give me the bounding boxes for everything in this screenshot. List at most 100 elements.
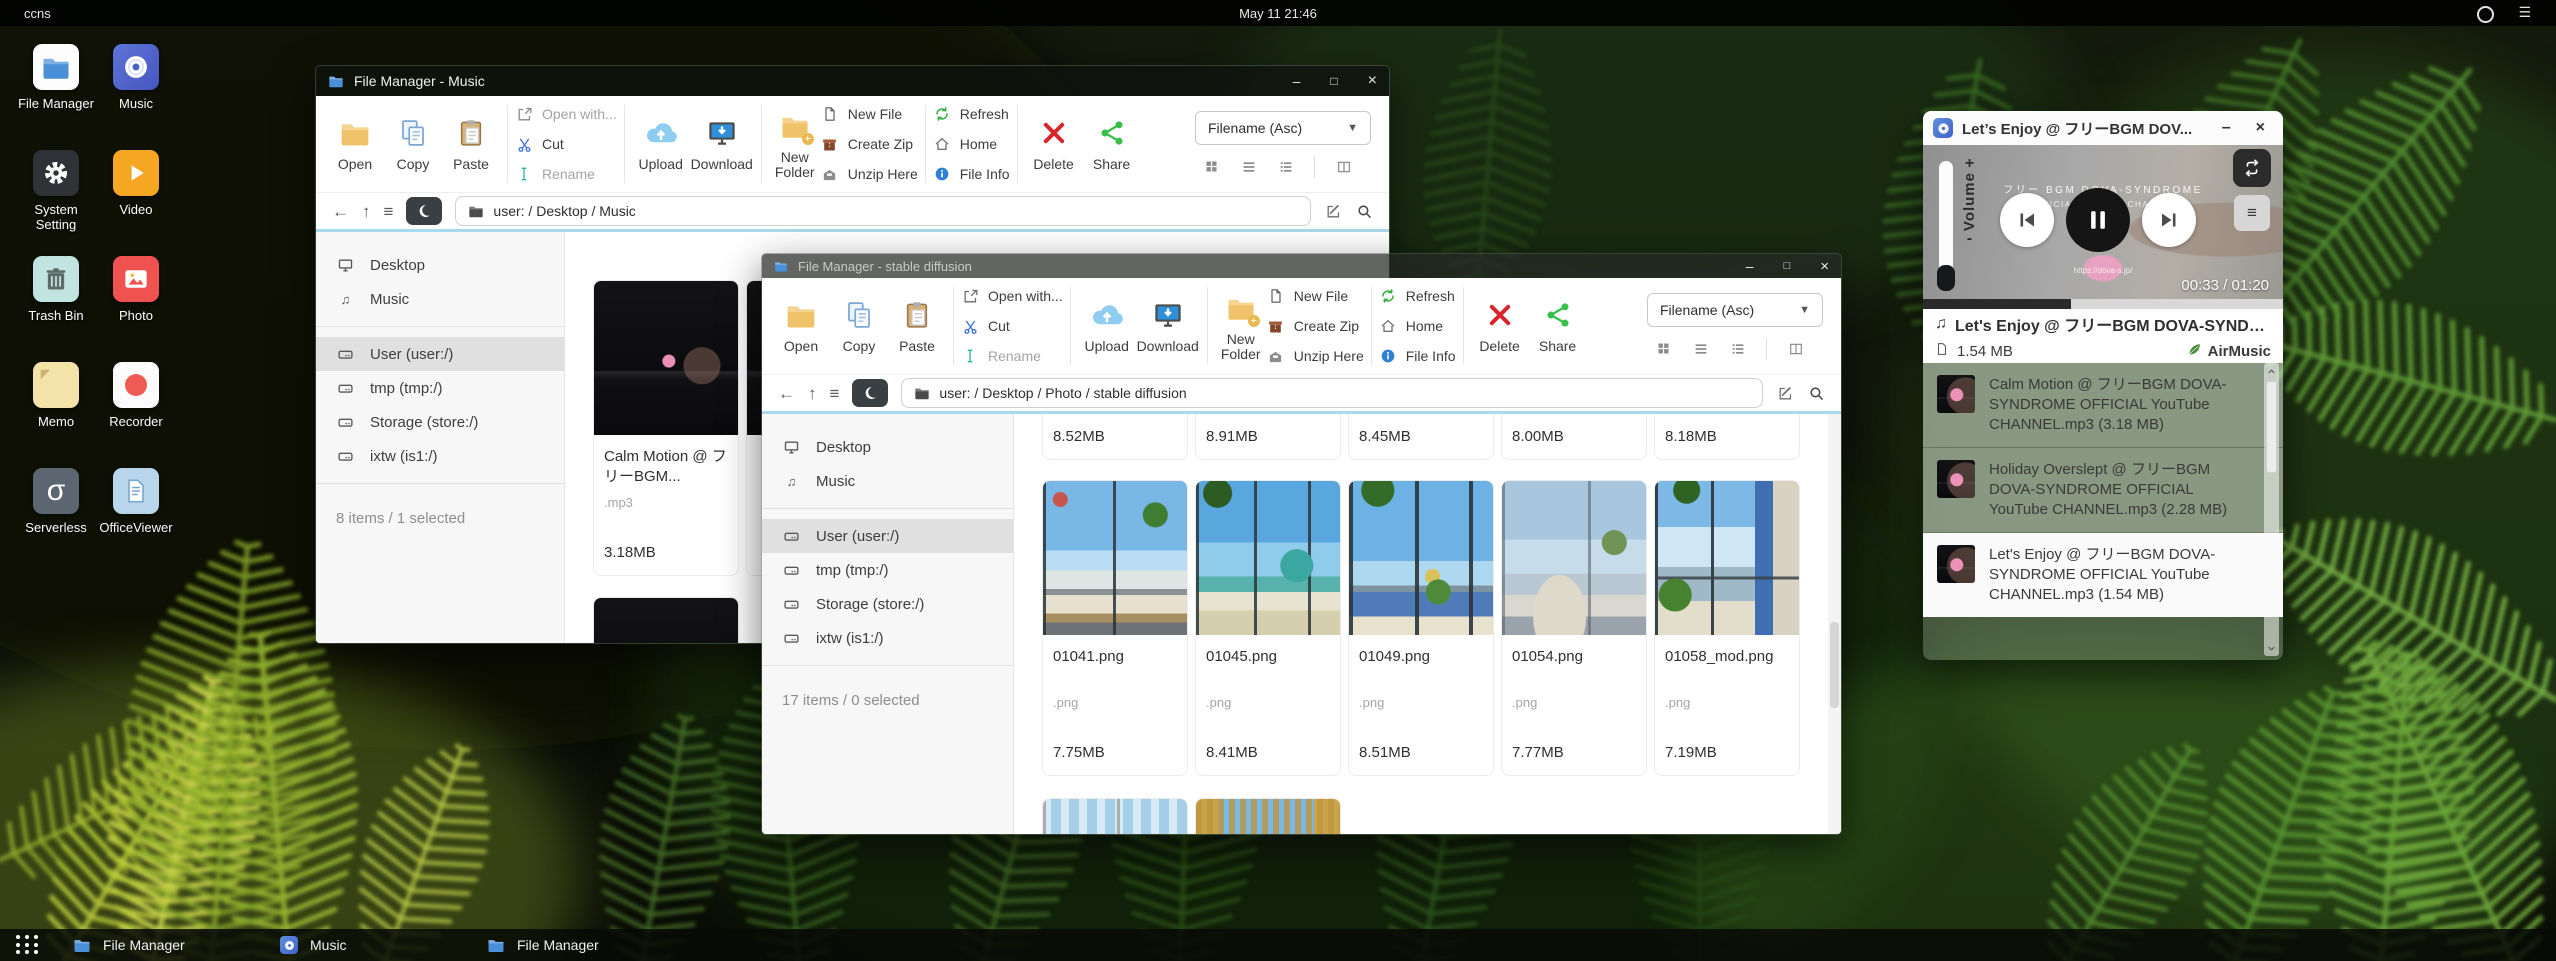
volume-knob[interactable] — [1937, 265, 1955, 291]
sidebar-item-music[interactable]: ♫Music — [316, 282, 564, 316]
file-info-button[interactable]: File Info — [1379, 343, 1456, 369]
titlebar[interactable]: File Manager - stable diffusion – □ × — [762, 254, 1841, 278]
view-columns-button[interactable] — [1335, 158, 1352, 175]
file-card-partial[interactable]: 8.45MB — [1348, 414, 1494, 460]
desktop-icon-memo[interactable]: Memo — [16, 362, 96, 468]
upload-button[interactable]: Upload — [1078, 298, 1136, 354]
view-list-button[interactable] — [1240, 158, 1257, 175]
open-button[interactable]: Open — [772, 298, 830, 354]
home-button[interactable]: Home — [1379, 313, 1456, 339]
sidebar-item-desktop[interactable]: Desktop — [316, 248, 564, 282]
refresh-button[interactable]: Refresh — [1379, 283, 1456, 309]
view-detail-button[interactable] — [1729, 340, 1746, 357]
unzip-here-button[interactable]: Unzip Here — [821, 161, 918, 187]
system-menu-icon[interactable]: ☰ — [2518, 4, 2530, 21]
view-grid-button[interactable] — [1203, 158, 1220, 175]
new-file-button[interactable]: New File — [1267, 283, 1364, 309]
menu-button[interactable]: ≡ — [830, 385, 840, 402]
cut-button[interactable]: Cut — [961, 313, 1063, 339]
rename-button[interactable]: Rename — [961, 343, 1063, 369]
path-bar[interactable]: user: / Desktop / Music — [455, 196, 1311, 226]
volume-slider[interactable] — [1939, 161, 1953, 289]
minimize-button[interactable]: – — [2214, 119, 2239, 137]
file-card-partial[interactable]: 8.00MB — [1501, 414, 1647, 460]
scroll-down-icon[interactable] — [2264, 640, 2279, 656]
close-button[interactable]: × — [1368, 73, 1377, 89]
desktop-icon-system-setting[interactable]: System Setting — [16, 150, 96, 256]
playlist-item-current[interactable]: Let's Enjoy @ フリーBGM DOVA-SYNDROME OFFIC… — [1923, 533, 2283, 617]
path-bar[interactable]: user: / Desktop / Photo / stable diffusi… — [901, 378, 1763, 408]
rename-button[interactable]: Rename — [515, 161, 617, 187]
up-button[interactable]: ↑ — [808, 385, 817, 402]
scroll-up-icon[interactable] — [2264, 363, 2279, 379]
download-button[interactable]: Download — [690, 116, 754, 172]
dark-mode-toggle[interactable] — [406, 197, 442, 225]
copy-button[interactable]: Copy — [384, 116, 442, 172]
close-button[interactable]: × — [1820, 259, 1829, 274]
desktop-icon-video[interactable]: Video — [96, 150, 176, 256]
share-button[interactable]: Share — [1529, 298, 1587, 354]
titlebar[interactable]: File Manager - Music – □ × — [316, 66, 1389, 96]
playlist-button[interactable]: ≡ — [2234, 195, 2270, 231]
menu-button[interactable]: ≡ — [384, 203, 394, 220]
sidebar-item-ixtw-drive[interactable]: ixtw (is1:/) — [762, 621, 1013, 655]
taskbar-item-file-manager-1[interactable]: File Manager — [73, 929, 185, 961]
maximize-button[interactable]: □ — [1330, 75, 1337, 87]
edit-path-icon[interactable] — [1776, 384, 1794, 402]
refresh-button[interactable]: Refresh — [933, 101, 1010, 127]
share-button[interactable]: Share — [1083, 116, 1141, 172]
file-card-01041[interactable]: 01041.png .png 7.75MB — [1042, 480, 1188, 776]
back-button[interactable]: ← — [778, 385, 795, 402]
sort-dropdown[interactable]: Filename (Asc)▼ — [1195, 111, 1371, 145]
open-with-button[interactable]: Open with... — [515, 101, 617, 127]
desktop-icon-officeviewer[interactable]: OfficeViewer — [96, 468, 176, 574]
file-card-partial[interactable]: 8.18MB — [1654, 414, 1800, 460]
edit-path-icon[interactable] — [1324, 202, 1342, 220]
sidebar-item-desktop[interactable]: Desktop — [762, 430, 1013, 464]
dark-mode-toggle[interactable] — [852, 379, 888, 407]
view-columns-button[interactable] — [1787, 340, 1804, 357]
minimize-button[interactable]: – — [1746, 259, 1754, 273]
desktop-icon-trash-bin[interactable]: Trash Bin — [16, 256, 96, 362]
file-card-partial[interactable]: 8.91MB — [1195, 414, 1341, 460]
pause-button[interactable] — [2066, 188, 2130, 252]
view-grid-button[interactable] — [1655, 340, 1672, 357]
paste-button[interactable]: Paste — [442, 116, 500, 172]
minimize-button[interactable]: – — [1293, 74, 1301, 88]
file-card-partial[interactable]: 8.52MB — [1042, 414, 1188, 460]
desktop-icon-music[interactable]: Music — [96, 44, 176, 150]
delete-button[interactable]: Delete — [1471, 298, 1529, 354]
open-with-button[interactable]: Open with... — [961, 283, 1063, 309]
playlist-item[interactable]: Calm Motion @ フリーBGM DOVA-SYNDROME OFFIC… — [1923, 363, 2283, 448]
back-button[interactable]: ← — [332, 203, 349, 220]
file-card-partial-bottom[interactable] — [1042, 798, 1188, 835]
up-button[interactable]: ↑ — [362, 203, 371, 220]
download-button[interactable]: Download — [1136, 298, 1200, 354]
file-info-button[interactable]: File Info — [933, 161, 1010, 187]
file-card-01058-mod[interactable]: 01058_mod.png .png 7.19MB — [1654, 480, 1800, 776]
search-icon[interactable] — [1807, 384, 1825, 402]
taskbar-item-file-manager-2[interactable]: File Manager — [487, 929, 599, 961]
desktop-icon-file-manager[interactable]: File Manager — [16, 44, 96, 150]
sidebar-item-user-drive[interactable]: User (user:/) — [762, 519, 1013, 553]
file-card-calm-motion[interactable]: Calm Motion @ フリーBGM... .mp3 3.18MB — [593, 280, 739, 576]
scrollbar-vertical[interactable] — [1828, 414, 1841, 835]
status-ring-icon[interactable] — [2477, 6, 2494, 23]
view-list-button[interactable] — [1692, 340, 1709, 357]
copy-button[interactable]: Copy — [830, 298, 888, 354]
progress-bar[interactable] — [1923, 299, 2283, 309]
new-file-button[interactable]: New File — [821, 101, 918, 127]
sort-dropdown[interactable]: Filename (Asc)▼ — [1647, 293, 1823, 327]
playlist-item[interactable]: Holiday Overslept @ フリーBGM DOVA-SYNDROME… — [1923, 448, 2283, 533]
file-card-01045[interactable]: 01045.png .png 8.41MB — [1195, 480, 1341, 776]
open-button[interactable]: Open — [326, 116, 384, 172]
sidebar-item-storage-drive[interactable]: Storage (store:/) — [316, 405, 564, 439]
file-card[interactable] — [593, 597, 739, 644]
previous-track-button[interactable] — [2000, 193, 2054, 247]
file-card-01049[interactable]: 01049.png .png 8.51MB — [1348, 480, 1494, 776]
scrollbar-thumb[interactable] — [2266, 381, 2277, 473]
new-folder-button[interactable]: +New Folder — [769, 109, 821, 180]
create-zip-button[interactable]: Create Zip — [1267, 313, 1364, 339]
sidebar-item-tmp-drive[interactable]: tmp (tmp:/) — [762, 553, 1013, 587]
playlist-scrollbar[interactable] — [2264, 363, 2279, 656]
